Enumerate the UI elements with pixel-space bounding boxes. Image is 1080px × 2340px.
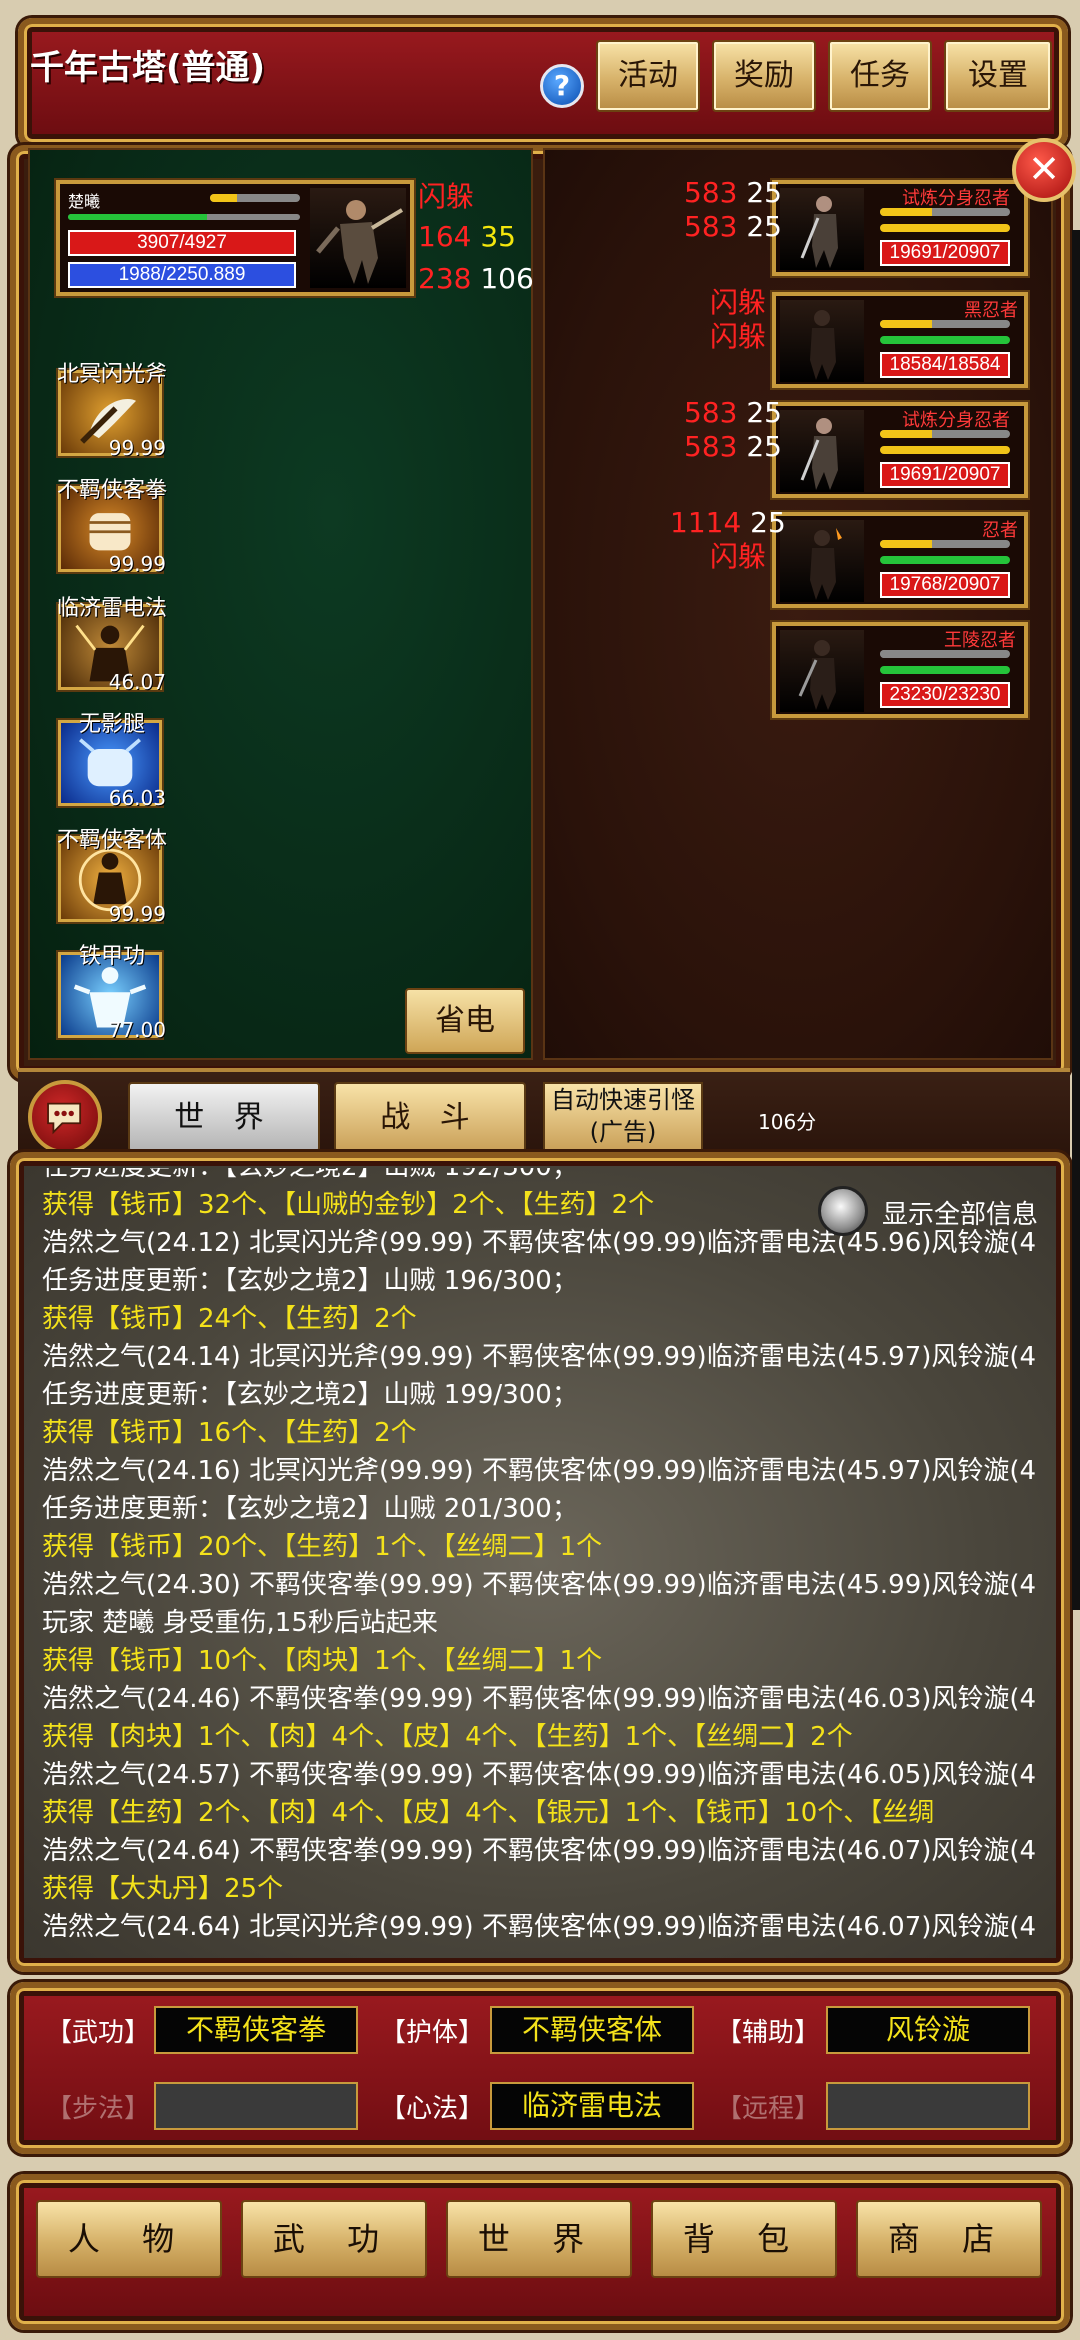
- power-save-button[interactable]: 省电: [405, 988, 525, 1054]
- log-line: 浩然之气(24.64) 北冥闪光斧(99.99) 不羁侠客体(99.99)临济雷…: [42, 1912, 1037, 1942]
- player-float-1: 164 35: [418, 220, 516, 253]
- player-hp-text: 3907/4927: [137, 232, 227, 253]
- bufa-slot[interactable]: [154, 2082, 358, 2130]
- log-line: 玩家 楚曦 身受重伤,15秒后站起来: [42, 1608, 438, 1638]
- tab-battle[interactable]: 战 斗: [334, 1082, 526, 1152]
- xinfa-slot[interactable]: 临济雷电法: [490, 2082, 694, 2130]
- player-float-2: 238 106: [418, 262, 534, 295]
- xinfa-label: 【心法】: [380, 2094, 485, 2124]
- log-line: 任务进度更新：【玄妙之境2】山贼 196/300；: [42, 1266, 578, 1296]
- enemy-card[interactable]: 王陵忍者 23230/23230: [772, 622, 1028, 718]
- log-line: 浩然之气(24.30) 不羁侠客拳(99.99) 不羁侠客体(99.99)临济雷…: [42, 1570, 1037, 1600]
- player-portrait: [310, 188, 406, 288]
- log-line: 获得【钱币】24个、【生药】2个: [42, 1304, 417, 1334]
- nav-character[interactable]: 人 物: [36, 2200, 222, 2278]
- log-line: 获得【钱币】16个、【生药】2个: [42, 1418, 417, 1448]
- enemy-card[interactable]: 黑忍者 18584/18584: [772, 292, 1028, 388]
- yuancheng-slot[interactable]: [826, 2082, 1030, 2130]
- log-line: 浩然之气(24.14) 北冥闪光斧(99.99) 不羁侠客体(99.99)临济雷…: [42, 1342, 1037, 1372]
- player-card[interactable]: 楚曦 3907/4927 1988/2250.889: [56, 180, 414, 296]
- enemy-damage-1b: 闪躲: [710, 320, 767, 353]
- player-hp: 3907/4927: [68, 230, 296, 256]
- enemy-card[interactable]: 忍者 19768/20907: [772, 512, 1028, 608]
- enemy-name: 试炼分身忍者: [902, 410, 1010, 431]
- auto-lure-button[interactable]: 自动快速引怪 (广告): [543, 1082, 703, 1152]
- activity-button[interactable]: 活动: [596, 40, 700, 112]
- show-all-toggle[interactable]: [818, 1186, 868, 1236]
- log-line: 任务进度更新：【玄妙之境2】山贼 201/300；: [42, 1494, 578, 1524]
- nav-martial-arts[interactable]: 武 功: [241, 2200, 427, 2278]
- bufa-label: 【步法】: [46, 2094, 151, 2124]
- enemy-damage-2b: 583 25: [684, 430, 782, 463]
- enemy-portrait: [780, 300, 864, 382]
- show-all-label: 显示全部信息: [882, 1200, 1039, 1230]
- enemy-portrait: [780, 630, 864, 712]
- enemy-card[interactable]: 试炼分身忍者 19691/20907: [772, 180, 1028, 276]
- page-title: 千年古塔(普通): [30, 48, 266, 88]
- wugong-label: 【武功】: [46, 2018, 151, 2048]
- enemy-damage-0a: 583 25: [684, 176, 782, 209]
- scroll-edge: [1072, 230, 1080, 1610]
- help-icon[interactable]: ?: [540, 64, 584, 108]
- enemy-name: 试炼分身忍者: [902, 188, 1010, 209]
- score-text: 106分: [758, 1110, 817, 1134]
- log-line: 浩然之气(24.64) 不羁侠客拳(99.99) 不羁侠客体(99.99)临济雷…: [42, 1836, 1037, 1866]
- nav-shop[interactable]: 商 店: [856, 2200, 1042, 2278]
- log-line: 浩然之气(24.46) 不羁侠客拳(99.99) 不羁侠客体(99.99)临济雷…: [42, 1684, 1037, 1714]
- log-line: 任务进度更新：【玄妙之境2】山贼 192/300；: [42, 1168, 1042, 1186]
- yuancheng-label: 【远程】: [716, 2094, 821, 2124]
- enemy-hp: 19691/20907: [880, 462, 1010, 488]
- enemy-hp: 19691/20907: [880, 240, 1010, 266]
- enemy-name: 忍者: [982, 520, 1018, 541]
- enemy-damage-3b: 闪躲: [710, 540, 767, 573]
- enemy-hp: 19768/20907: [880, 572, 1010, 598]
- enemy-name: 王陵忍者: [944, 630, 1016, 651]
- huti-slot[interactable]: 不羁侠客体: [490, 2006, 694, 2054]
- enemy-name: 黑忍者: [964, 300, 1018, 321]
- player-energy-bar: [210, 194, 300, 202]
- log-line: 浩然之气(24.57) 不羁侠客拳(99.99) 不羁侠客体(99.99)临济雷…: [42, 1760, 1037, 1790]
- player-float-0: 闪躲: [418, 180, 475, 213]
- player-mp-text: 1988/2250.889: [118, 264, 246, 285]
- enemy-damage-0b: 583 25: [684, 210, 782, 243]
- log-line: 获得【生药】2个、【肉】4个、【皮】4个、【银元】1个、【钱币】10个、【丝绸: [42, 1798, 935, 1828]
- log-line: 获得【钱币】20个、【生药】1个、【丝绸二】1个: [42, 1532, 603, 1562]
- log-line: 获得【大丸丹】25个: [42, 1874, 284, 1904]
- close-icon[interactable]: ✕: [1012, 138, 1076, 202]
- nav-world[interactable]: 世 界: [446, 2200, 632, 2278]
- log-line: 浩然之气(24.16) 北冥闪光斧(99.99) 不羁侠客体(99.99)临济雷…: [42, 1456, 1037, 1486]
- nav-backpack[interactable]: 背 包: [651, 2200, 837, 2278]
- huti-label: 【护体】: [380, 2018, 485, 2048]
- enemy-damage-2a: 583 25: [684, 396, 782, 429]
- enemy-portrait: [780, 520, 864, 602]
- fuzhu-slot[interactable]: 风铃漩: [826, 2006, 1030, 2054]
- player-mp: 1988/2250.889: [68, 262, 296, 288]
- log-line: 获得【钱币】10个、【肉块】1个、【丝绸二】1个: [42, 1646, 603, 1676]
- settings-button[interactable]: 设置: [944, 40, 1052, 112]
- enemy-portrait: [780, 410, 864, 492]
- enemy-hp: 18584/18584: [880, 352, 1010, 378]
- fuzhu-label: 【辅助】: [716, 2018, 821, 2048]
- tab-world[interactable]: 世 界: [128, 1082, 320, 1152]
- enemy-hp: 23230/23230: [880, 682, 1010, 708]
- message-log[interactable]: 任务进度更新：【玄妙之境2】山贼 192/300；获得【钱币】32个、【山贼的金…: [42, 1168, 1042, 1958]
- enemy-damage-1a: 闪躲: [710, 286, 767, 319]
- wugong-slot[interactable]: 不羁侠客拳: [154, 2006, 358, 2054]
- enemy-card[interactable]: 试炼分身忍者 19691/20907: [772, 402, 1028, 498]
- log-line: 任务进度更新：【玄妙之境2】山贼 199/300；: [42, 1380, 578, 1410]
- player-name: 楚曦: [68, 192, 101, 211]
- enemy-portrait: [780, 188, 864, 270]
- chat-icon[interactable]: [28, 1080, 102, 1154]
- player-exp-bar: [68, 214, 300, 220]
- enemy-damage-3a: 1114 25: [670, 506, 786, 539]
- log-line: 获得【肉块】1个、【肉】4个、【皮】4个、【生药】1个、【丝绸二】2个: [42, 1722, 853, 1752]
- reward-button[interactable]: 奖励: [712, 40, 816, 112]
- task-button[interactable]: 任务: [828, 40, 932, 112]
